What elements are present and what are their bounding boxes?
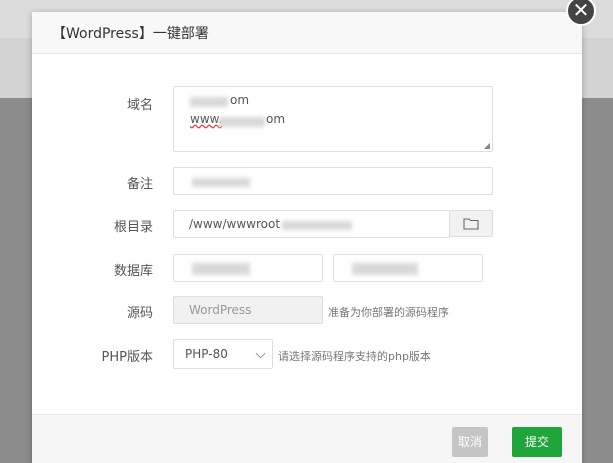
blurred-text (192, 263, 250, 275)
dialog-title: 【WordPress】一键部署 (52, 26, 209, 42)
dialog-footer: 取消 提交 (32, 414, 582, 463)
folder-button[interactable] (450, 210, 493, 237)
resize-handle-icon[interactable]: ◢ (484, 141, 490, 150)
root-path: /www/wwwroot (189, 217, 281, 231)
source-value: WordPress (189, 303, 252, 317)
root-label: 根目录 (113, 220, 153, 235)
chevron-down-icon (255, 348, 266, 359)
dialog-header: 【WordPress】一键部署 (32, 12, 582, 54)
database-password-input[interactable] (333, 254, 483, 282)
blurred-text (192, 178, 250, 187)
php-version-value: PHP-80 (185, 347, 228, 361)
domain-label: 域名 (126, 98, 153, 113)
domain-line1-suffix: om (230, 93, 250, 107)
php-label: PHP版本 (101, 350, 153, 365)
root-input[interactable]: /www/wwwroot (173, 210, 450, 238)
php-hint: 请选择源码程序支持的php版本 (278, 350, 431, 363)
folder-icon (463, 218, 479, 230)
php-version-select[interactable]: PHP-80 (173, 339, 273, 369)
remark-label: 备注 (126, 177, 153, 192)
blurred-text (352, 263, 418, 275)
deploy-dialog: 【WordPress】一键部署 域名 om www. om ◢ 备注 根目录 /… (32, 12, 582, 463)
cancel-button[interactable]: 取消 (452, 427, 488, 457)
source-input: WordPress (173, 296, 323, 324)
source-hint: 准备为你部署的源码程序 (328, 306, 449, 319)
submit-button[interactable]: 提交 (512, 427, 562, 457)
database-name-input[interactable] (173, 254, 323, 282)
blurred-text (219, 117, 265, 127)
domain-line2-prefix: www. (190, 112, 223, 126)
blurred-text (190, 97, 228, 107)
remark-input[interactable] (173, 167, 493, 195)
source-label: 源码 (126, 306, 153, 321)
database-label: 数据库 (113, 264, 153, 279)
blurred-text (282, 221, 352, 230)
domain-line2-suffix: om (266, 112, 286, 126)
domain-textarea[interactable]: om www. om ◢ (173, 86, 493, 152)
